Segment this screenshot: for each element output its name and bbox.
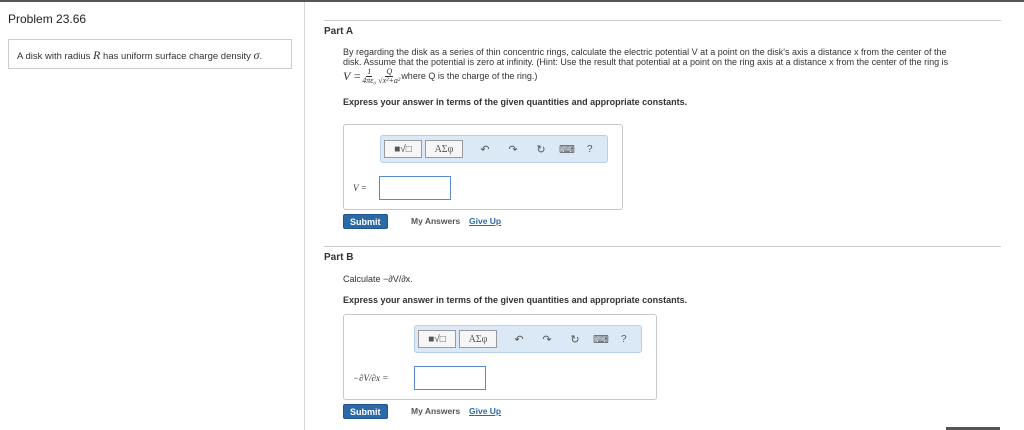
part-b-label: Part B <box>324 252 354 263</box>
part-a-answer-box: ■√□ ΑΣφ ↶ ↷ ↻ ⌨ ? V = <box>343 124 623 210</box>
redo-icon[interactable]: ↷ <box>537 333 557 346</box>
part-b-instructions: Express your answer in terms of the give… <box>343 295 688 305</box>
part-a-my-answers-link[interactable]: My Answers <box>411 216 460 226</box>
reset-icon[interactable]: ↻ <box>565 333 585 346</box>
part-b-answer-input[interactable] <box>414 366 486 390</box>
part-a-submit-button[interactable]: Submit <box>343 214 388 229</box>
part-a-instructions: Express your answer in terms of the give… <box>343 97 688 107</box>
problem-title: Problem 23.66 <box>8 12 87 26</box>
template-button[interactable]: ■√□ <box>418 330 456 348</box>
undo-icon[interactable]: ↶ <box>509 333 529 346</box>
part-a-formula: V = 1 4πε₀ Q √x²+a² where Q is the charg… <box>343 66 538 85</box>
template-button[interactable]: ■√□ <box>384 140 422 158</box>
part-b-my-answers-link[interactable]: My Answers <box>411 406 460 416</box>
keyboard-icon[interactable]: ⌨ <box>591 333 611 346</box>
part-a-answer-label: V = <box>353 183 367 193</box>
redo-icon[interactable]: ↷ <box>503 143 523 156</box>
problem-statement: A disk with radius R has uniform surface… <box>8 39 292 69</box>
part-b-give-up-link[interactable]: Give Up <box>469 406 501 416</box>
part-a-math-toolbar: ■√□ ΑΣφ ↶ ↷ ↻ ⌨ ? <box>380 135 608 163</box>
part-a: Part A By regarding the disk as a series… <box>324 20 1001 107</box>
formula-fraction-2: Q √x²+a² <box>378 66 401 85</box>
keyboard-icon[interactable]: ⌨ <box>557 143 577 156</box>
formula-fraction-1: 1 4πε₀ <box>362 66 377 85</box>
part-b-question: Calculate −∂V/∂x. <box>343 274 413 284</box>
part-b-answer-box: ■√□ ΑΣφ ↶ ↷ ↻ ⌨ ? −∂V/∂x = <box>343 314 657 400</box>
part-b-answer-label: −∂V/∂x = <box>353 373 389 383</box>
part-b: Part B Calculate −∂V/∂x. Express your an… <box>324 246 1001 305</box>
help-icon[interactable]: ? <box>587 144 593 155</box>
part-a-label: Part A <box>324 26 354 37</box>
part-b-math-toolbar: ■√□ ΑΣφ ↶ ↷ ↻ ⌨ ? <box>414 325 642 353</box>
part-a-give-up-link[interactable]: Give Up <box>469 216 501 226</box>
greek-symbols-button[interactable]: ΑΣφ <box>459 330 497 348</box>
problem-panel: Problem 23.66 A disk with radius R has u… <box>0 2 305 430</box>
help-icon[interactable]: ? <box>621 334 627 345</box>
greek-symbols-button[interactable]: ΑΣφ <box>425 140 463 158</box>
part-b-submit-button[interactable]: Submit <box>343 404 388 419</box>
reset-icon[interactable]: ↻ <box>531 143 551 156</box>
part-a-description: By regarding the disk as a series of thi… <box>343 47 949 67</box>
part-a-answer-input[interactable] <box>379 176 451 200</box>
undo-icon[interactable]: ↶ <box>475 143 495 156</box>
